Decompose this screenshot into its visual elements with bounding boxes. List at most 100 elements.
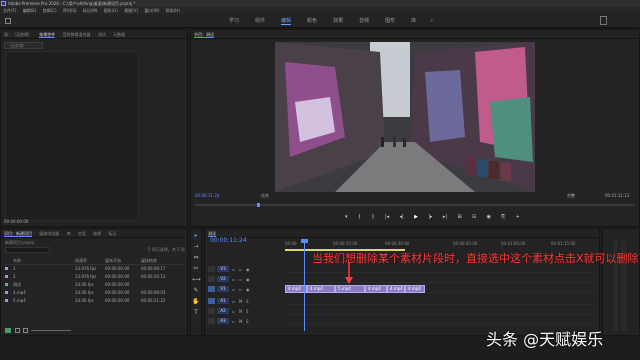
track-target-toggle[interactable] xyxy=(208,276,215,282)
menu-graphics[interactable]: 图形(G) xyxy=(104,8,118,13)
tab-project[interactable]: 项目：新建项目 xyxy=(4,231,32,237)
lock-icon[interactable]: ▫ xyxy=(232,309,236,314)
track-lane[interactable] xyxy=(285,265,595,273)
mark-out-button[interactable]: } xyxy=(371,214,374,220)
zoom-fit-dropdown[interactable]: 适合 xyxy=(261,193,269,199)
list-view-icon[interactable] xyxy=(15,328,20,333)
track-label[interactable]: A1 xyxy=(217,298,229,304)
eye-icon[interactable]: ◉ xyxy=(246,277,250,282)
pencil-icon[interactable] xyxy=(5,328,11,333)
zoom-slider[interactable] xyxy=(31,330,71,331)
timeline-timecode[interactable]: 00:00:11:24 xyxy=(210,237,247,244)
button-editor-icon[interactable]: + xyxy=(516,214,520,220)
lift-button[interactable]: ⊞ xyxy=(457,214,461,220)
solo-icon[interactable]: S xyxy=(246,309,250,314)
tab-program[interactable]: 节目：测试 xyxy=(194,32,214,38)
track-lane[interactable]: 4.mp4 4.mp4 5.mp4 4.mp4 4.mp4 4.mp4 xyxy=(285,285,595,293)
comparison-view-button[interactable]: ⎘ xyxy=(501,214,505,220)
tab-test[interactable]: 测试 xyxy=(98,32,106,37)
track-lane[interactable] xyxy=(285,307,595,315)
tab-source[interactable]: 源：（无剪辑） xyxy=(4,32,32,37)
column-name[interactable]: 名称 xyxy=(13,257,75,264)
program-scrubber[interactable] xyxy=(195,204,635,206)
workspace-tab-graphics[interactable]: 图形 xyxy=(385,17,395,25)
menu-view[interactable]: 视图(V) xyxy=(124,8,138,13)
step-back-button[interactable]: ◂| xyxy=(400,214,404,220)
program-playhead[interactable] xyxy=(257,203,260,207)
lock-icon[interactable]: ▫ xyxy=(232,319,236,324)
razor-tool-icon[interactable]: ✂ xyxy=(192,265,200,273)
track-label[interactable]: V2 xyxy=(217,276,229,282)
track-label[interactable]: V1 xyxy=(217,286,229,292)
resolution-dropdown[interactable]: 完整 xyxy=(567,193,575,199)
video-clip[interactable]: 4.mp4 xyxy=(307,285,335,293)
tab-effects[interactable]: 效果 xyxy=(93,231,101,236)
sync-lock-icon[interactable]: ▫ xyxy=(239,277,243,282)
video-clip[interactable]: 4.mp4 xyxy=(405,285,425,293)
track-lane[interactable] xyxy=(285,297,595,305)
table-row[interactable]: 1 23.976 fps 00:00:00:00 00:00:08:17 xyxy=(5,265,185,273)
mute-icon[interactable]: M xyxy=(239,299,243,304)
lock-icon[interactable]: ▫ xyxy=(232,267,236,272)
track-target-toggle[interactable] xyxy=(208,266,215,272)
track-target-toggle[interactable] xyxy=(208,318,215,324)
table-row[interactable]: 5.mp4 24.00 fps 00:00:00:00 00:00:21:22 xyxy=(5,297,185,305)
type-tool-icon[interactable]: T xyxy=(192,309,200,317)
hand-tool-icon[interactable]: ✋ xyxy=(192,298,200,306)
lock-icon[interactable]: ▫ xyxy=(232,277,236,282)
add-marker-button[interactable]: ▾ xyxy=(345,214,348,220)
tab-audio-clip-mixer[interactable]: 音频剪辑混合器 xyxy=(63,32,91,37)
lock-icon[interactable]: ▫ xyxy=(232,299,236,304)
workspace-more-icon[interactable]: » xyxy=(430,18,433,24)
eye-icon[interactable]: ◉ xyxy=(246,267,250,272)
export-frame-button[interactable]: ◉ xyxy=(487,214,491,220)
track-target-toggle[interactable] xyxy=(208,308,215,314)
column-media-start[interactable]: 媒体开始 xyxy=(105,257,141,264)
go-to-in-button[interactable]: |◂ xyxy=(385,214,389,220)
program-timecode[interactable]: 00:00:11:24 xyxy=(195,193,219,198)
solo-icon[interactable]: S xyxy=(246,299,250,304)
tab-metadata[interactable]: 元数据 xyxy=(113,32,125,37)
track-lane[interactable] xyxy=(285,275,595,283)
tab-libraries[interactable]: 库 xyxy=(67,231,71,236)
workspace-tab-assembly[interactable]: 组件 xyxy=(255,17,265,25)
track-label[interactable]: V3 xyxy=(217,266,229,272)
workspace-menu-icon[interactable] xyxy=(600,16,607,25)
table-row[interactable]: 4.mp4 24.00 fps 00:00:00:00 00:00:08:03 xyxy=(5,289,185,297)
tab-markers[interactable]: 标记 xyxy=(108,231,116,236)
time-ruler[interactable]: 00:00 00:00:15:00 00:00:30:00 00:00:45:0… xyxy=(285,239,597,249)
menu-clip[interactable]: 剪辑(C) xyxy=(43,8,57,13)
lock-icon[interactable]: ▫ xyxy=(232,287,236,292)
mute-icon[interactable]: M xyxy=(239,309,243,314)
solo-icon[interactable]: S xyxy=(246,319,250,324)
table-row[interactable]: 2 23.976 fps 00:00:00:00 00:00:26:13 xyxy=(5,273,185,281)
column-fps[interactable]: 帧速率 xyxy=(75,257,105,264)
menu-help[interactable]: 帮助(H) xyxy=(166,8,180,13)
workspace-tab-libraries[interactable]: 库 xyxy=(411,17,416,25)
menu-file[interactable]: 文件(F) xyxy=(3,8,16,13)
workspace-tab-learn[interactable]: 学习 xyxy=(229,17,239,25)
selection-tool-icon[interactable]: ▸ xyxy=(192,232,200,240)
column-media-end[interactable]: 媒体结束 xyxy=(141,257,185,264)
video-clip[interactable]: 4.mp4 xyxy=(365,285,387,293)
menu-edit[interactable]: 编辑(E) xyxy=(23,8,37,13)
track-lane[interactable] xyxy=(285,317,595,325)
video-clip[interactable]: 5.mp4 xyxy=(335,285,365,293)
track-target-toggle[interactable] xyxy=(208,286,215,292)
step-forward-button[interactable]: |▸ xyxy=(428,214,432,220)
tab-media-browser[interactable]: 媒体浏览器 xyxy=(39,231,59,236)
video-clip[interactable]: 4.mp4 xyxy=(387,285,405,293)
table-row[interactable]: 测试 24.00 fps 00:00:00:00 xyxy=(5,281,185,289)
workspace-tab-editing[interactable]: 编辑 xyxy=(281,17,292,25)
track-label[interactable]: A2 xyxy=(217,308,229,314)
sync-lock-icon[interactable]: ▫ xyxy=(239,267,243,272)
home-icon[interactable] xyxy=(5,18,11,24)
track-select-tool-icon[interactable]: ⇢ xyxy=(192,243,200,251)
sync-lock-icon[interactable]: ▫ xyxy=(239,287,243,292)
mute-icon[interactable]: M xyxy=(239,319,243,324)
menu-sequence[interactable]: 序列(S) xyxy=(63,8,77,13)
mark-in-button[interactable]: { xyxy=(358,214,361,220)
icon-view-icon[interactable] xyxy=(23,328,28,333)
play-button[interactable]: ▶ xyxy=(414,214,418,220)
timeline-playhead[interactable] xyxy=(304,241,305,331)
